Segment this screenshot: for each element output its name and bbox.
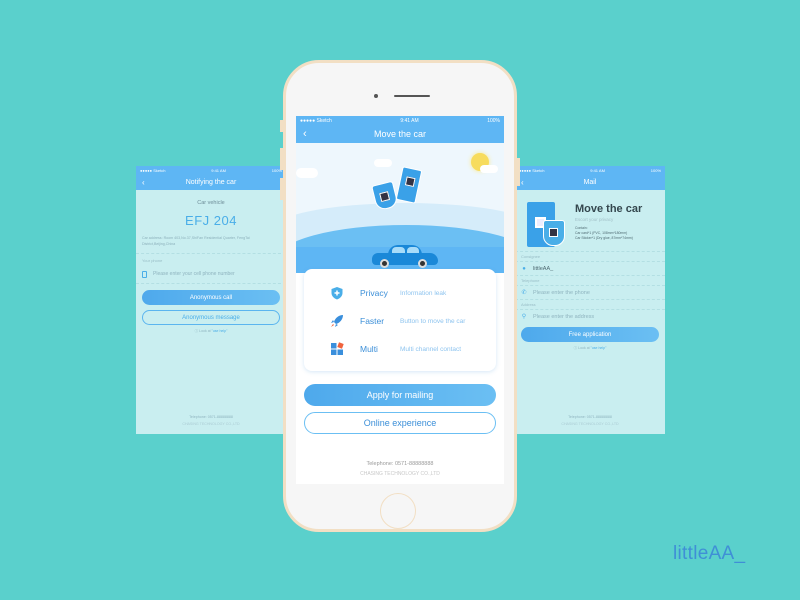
- feature-row-privacy: Privacy Information leak: [330, 279, 496, 307]
- chevron-left-icon[interactable]: ‹: [521, 178, 524, 187]
- page-title: Move the car: [373, 129, 427, 139]
- address-label: Address: [515, 300, 665, 310]
- multi-window-icon: [331, 342, 344, 355]
- contain-item: Car Sticker*1 (Dry glue, 87mm*74mm): [575, 236, 633, 240]
- carrier-text: ●●●●● Sketch: [140, 168, 166, 173]
- nav-bar: ‹ Notifying the car: [136, 175, 286, 190]
- telephone-input[interactable]: ✆ Please enter the phone: [515, 286, 665, 300]
- home-button[interactable]: [380, 493, 416, 529]
- notifying-screen: ●●●●● Sketch 9:41 AM 100% ‹ Notifying th…: [136, 166, 286, 434]
- move-the-car-screen: ●●●●● Sketch 9:41 AM 100% ‹ Move the car: [296, 116, 504, 484]
- car-sticker: [543, 220, 565, 246]
- time-text: 9:41 AM: [590, 168, 605, 173]
- help-hint: ⓘ Look at "use help": [142, 329, 280, 334]
- contain-list: Contain: Car card*1 (PVC, 108mm*180mm) C…: [575, 226, 642, 241]
- phone-label: Your phone: [142, 258, 163, 263]
- car-card-illustration: [521, 200, 569, 248]
- page-title: Notifying the car: [185, 179, 237, 186]
- time-text: 9:41 AM: [400, 117, 419, 124]
- company-text: CHASING TECHNOLOGY CO.,LTD: [360, 471, 440, 477]
- feature-name: Multi: [360, 344, 378, 354]
- features-card: Privacy Information leak Faster Button t…: [304, 269, 496, 371]
- company-text: CHASING TECHNOLOGY CO.,LTD: [182, 422, 240, 426]
- footer: Telephone: 0571-88888888 CHASING TECHNOL…: [515, 414, 665, 428]
- telephone-text: Telephone: 0571-88888888: [366, 461, 434, 467]
- license-plate: EFJ 204: [185, 213, 237, 228]
- car-icon: [372, 245, 438, 268]
- use-help-link[interactable]: "use help": [212, 329, 228, 333]
- cloud-icon: [480, 165, 498, 173]
- telephone-text: Telephone: 0571-88888888: [189, 415, 233, 419]
- hero-subtitle: Escort your privacy: [575, 217, 614, 222]
- phone-placeholder: Please enter your cell phone number: [153, 271, 235, 277]
- feature-desc: Multi channel contact: [400, 345, 462, 353]
- hero-illustration: [296, 143, 504, 273]
- status-bar: ●●●●● Sketch 9:41 AM 100%: [296, 116, 504, 125]
- phone-icon: ✆: [521, 289, 527, 296]
- free-application-button[interactable]: Free application: [521, 327, 659, 342]
- shield-plus-icon: [331, 287, 343, 300]
- telephone-label: Telephone: [515, 276, 665, 286]
- divider: [136, 283, 286, 284]
- user-icon: ●: [522, 265, 526, 272]
- phone-power-button: [517, 158, 520, 186]
- battery-text: 100%: [487, 117, 500, 124]
- feature-row-multi: Multi Multi channel contact: [330, 335, 496, 363]
- battery-text: 100%: [650, 168, 661, 173]
- anonymous-message-button[interactable]: Anonymous message: [142, 310, 280, 325]
- feature-row-faster: Faster Button to move the car: [330, 307, 496, 335]
- apply-for-mailing-button[interactable]: Apply for mailing: [304, 384, 496, 406]
- mail-hero: Move the car Escort your privacy Contain…: [521, 200, 659, 248]
- help-hint: ⓘ Look at "use help": [521, 346, 659, 351]
- feature-desc: Button to move the car: [400, 317, 466, 325]
- carrier-text: ●●●●● Sketch: [300, 117, 332, 124]
- car-address: Car address: Room 403,No.37,ShiFan Resid…: [142, 236, 250, 246]
- nav-bar: ‹ Mail: [515, 175, 665, 190]
- company-text: CHASING TECHNOLOGY CO.,LTD: [561, 422, 619, 426]
- divider: [136, 253, 286, 254]
- nav-bar: ‹ Move the car: [296, 125, 504, 143]
- car-card: [395, 166, 423, 204]
- page-title: Mail: [583, 179, 597, 186]
- qr-code-icon: [404, 176, 416, 188]
- chevron-left-icon[interactable]: ‹: [303, 128, 307, 140]
- car-vehicle-label: Car vehicle: [197, 200, 225, 206]
- consignee-label: Consignee: [515, 252, 665, 262]
- feature-desc: Information leak: [400, 289, 447, 297]
- help-prefix: ⓘ Look at: [573, 346, 591, 350]
- speaker-grille: [394, 95, 430, 97]
- footer: Telephone: 0571-88888888 CHASING TECHNOL…: [136, 414, 286, 428]
- chevron-left-icon[interactable]: ‹: [142, 178, 145, 187]
- consignee-value: littleAA_: [533, 265, 554, 272]
- telephone-placeholder: Please enter the phone: [533, 289, 590, 296]
- feature-name: Privacy: [360, 288, 388, 298]
- mail-screen: ●●●●● Sketch 9:41 AM 100% ‹ Mail Move th…: [515, 166, 665, 434]
- qr-code-icon: [379, 191, 391, 203]
- author-signature: littleAA_: [673, 543, 746, 564]
- cloud-icon: [296, 168, 318, 178]
- hero-title: Move the car: [575, 203, 643, 215]
- carrier-text: ●●●●● Sketch: [519, 168, 545, 173]
- status-bar: ●●●●● Sketch 9:41 AM 100%: [515, 166, 665, 175]
- feature-name: Faster: [360, 316, 385, 326]
- location-pin-icon: ⚲: [521, 314, 527, 320]
- footer: Telephone: 0571-88888888 CHASING TECHNOL…: [296, 459, 504, 479]
- anonymous-call-button[interactable]: Anonymous call: [142, 290, 280, 305]
- cloud-icon: [374, 159, 392, 167]
- help-prefix: ⓘ Look at: [194, 329, 212, 333]
- address-input[interactable]: ⚲ Please enter the address: [515, 310, 665, 324]
- consignee-input[interactable]: ● littleAA_: [515, 262, 665, 276]
- use-help-link[interactable]: "use help": [591, 346, 607, 350]
- qr-code-icon: [549, 228, 558, 237]
- rocket-icon: [331, 315, 343, 327]
- address-placeholder: Please enter the address: [533, 314, 595, 320]
- telephone-text: Telephone: 0571-88888888: [568, 415, 612, 419]
- mobile-phone-icon: [142, 270, 147, 278]
- online-experience-button[interactable]: Online experience: [304, 412, 496, 434]
- front-camera: [374, 94, 378, 98]
- time-text: 9:41 AM: [211, 168, 226, 173]
- status-bar: ●●●●● Sketch 9:41 AM 100%: [136, 166, 286, 175]
- phone-input[interactable]: Please enter your cell phone number: [142, 270, 280, 278]
